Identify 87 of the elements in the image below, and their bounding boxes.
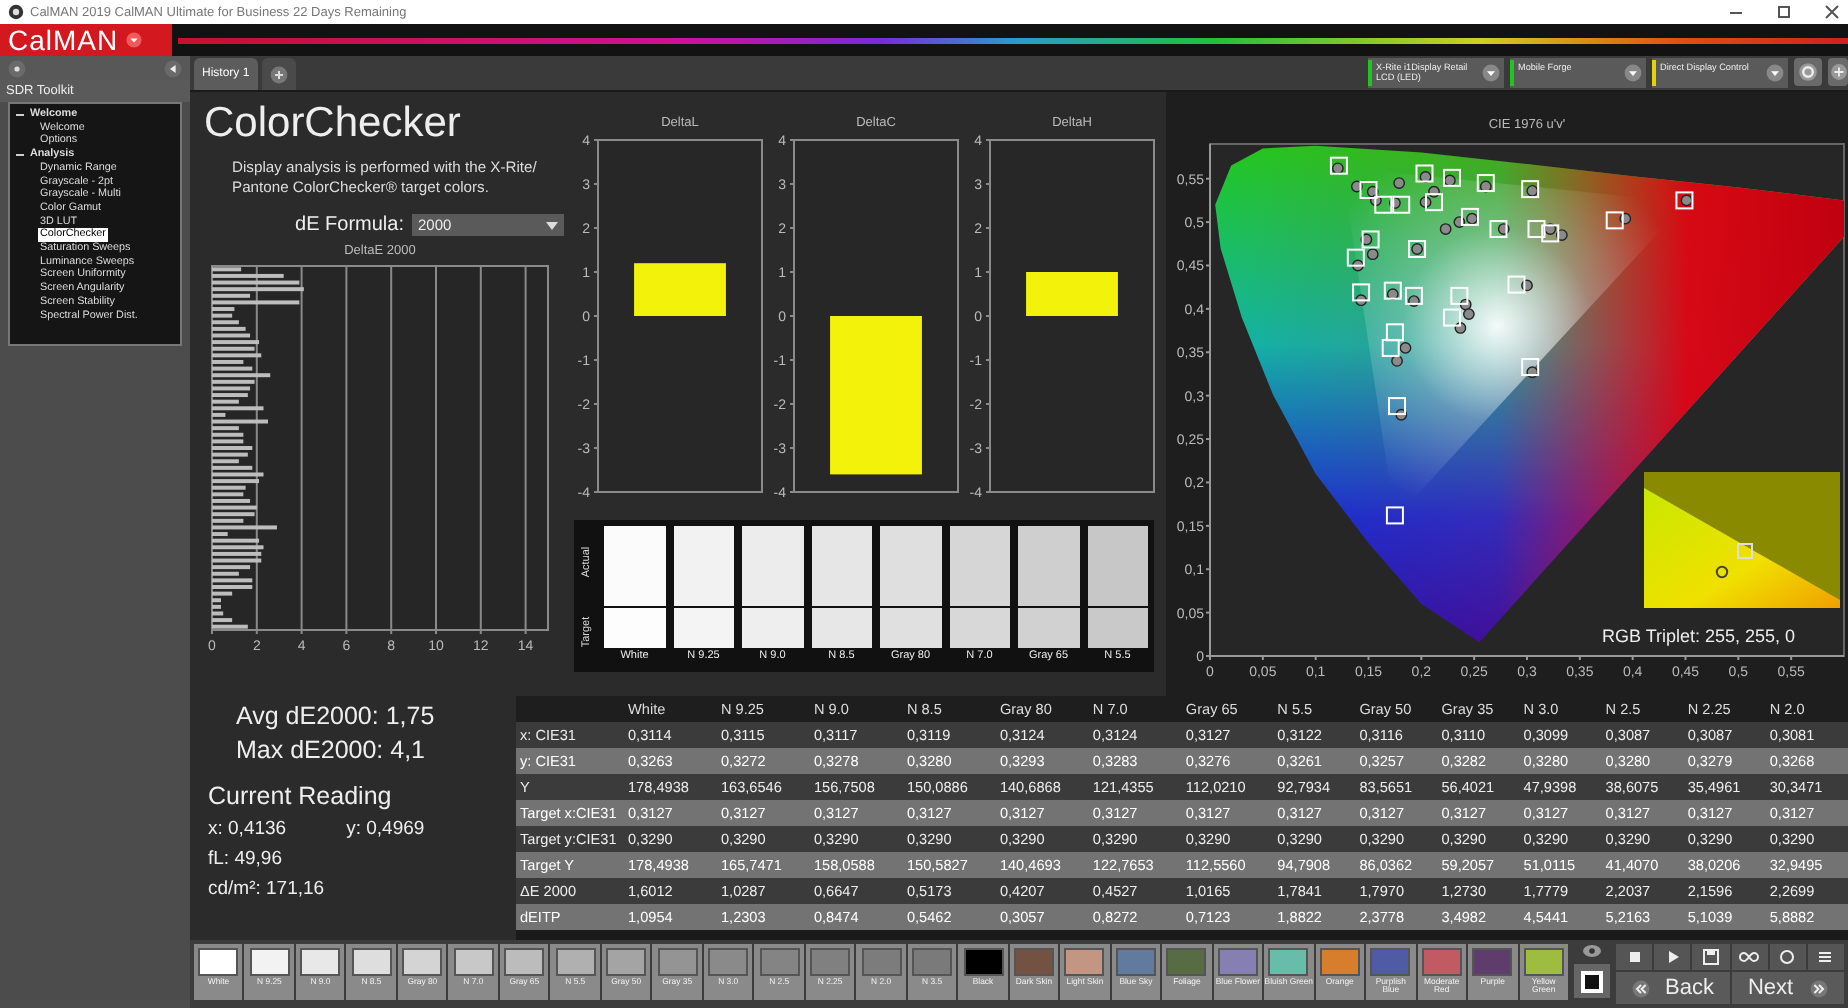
measured-point: [1526, 366, 1539, 379]
stat-text: Avg dE2000: 1,75: [236, 700, 437, 734]
target-marker: [1541, 224, 1560, 243]
measured-point: [1395, 408, 1408, 421]
measured-point: [1351, 180, 1363, 193]
toolbar-button[interactable]: [1616, 944, 1653, 970]
target-marker: [1359, 181, 1378, 199]
add-icon: [1830, 62, 1848, 82]
measured-point: [1443, 174, 1456, 187]
back-button[interactable]: Back: [1616, 972, 1729, 1004]
measured-point: [1619, 212, 1632, 225]
bar: [1026, 272, 1118, 316]
new-tab-button[interactable]: [261, 58, 296, 90]
target-marker: [1507, 275, 1526, 294]
target-marker: [1521, 358, 1540, 376]
caret-icon: [126, 32, 143, 48]
toolbar-button[interactable]: [1692, 944, 1730, 970]
target-marker: [1521, 180, 1540, 199]
reading-value: cd/m²: 171,16: [208, 876, 327, 904]
target-marker: [1489, 220, 1508, 239]
target-marker: [1374, 195, 1393, 214]
collapse-icon[interactable]: [164, 59, 182, 77]
measured-point: [1411, 243, 1423, 255]
next-button[interactable]: Next: [1731, 972, 1844, 1004]
section-heading: Current Reading: [208, 780, 394, 814]
target-marker: [1425, 193, 1443, 212]
target-marker: [1352, 283, 1371, 302]
target-marker: [1450, 286, 1469, 305]
target-marker: [1675, 191, 1694, 210]
stop-button[interactable]: [1574, 964, 1610, 998]
measured-point: [1479, 180, 1492, 193]
page-title: ColorChecker: [204, 100, 463, 148]
maximize-icon[interactable]: [1776, 4, 1792, 20]
measured-point: [1389, 197, 1401, 209]
target-marker: [1392, 195, 1411, 214]
target-marker: [1346, 248, 1365, 267]
measured-point: [1355, 294, 1367, 307]
measured-point: [1408, 295, 1420, 307]
measured-point: [1331, 162, 1344, 175]
target-marker: [1385, 506, 1404, 525]
target-marker: [1381, 338, 1400, 357]
plus-icon: [269, 65, 288, 83]
dropdown-icon: [1482, 64, 1500, 82]
measured-point: [1680, 194, 1693, 207]
caret-icon: [546, 221, 558, 229]
measured-point: [1521, 279, 1533, 292]
target-marker: [1404, 286, 1423, 305]
target-marker: [1415, 164, 1434, 183]
dropdown-icon: [1766, 64, 1784, 82]
stat-text: Max dE2000: 4,1: [236, 734, 428, 768]
reading-value: fL: 49,96: [208, 846, 284, 874]
app-menu-button[interactable]: CalMAN: [0, 24, 172, 56]
target-marker: [1476, 174, 1495, 193]
target-marker: [1388, 397, 1407, 416]
field-label: dE Formula:: [295, 214, 404, 236]
close-icon[interactable]: [1824, 4, 1840, 20]
target-marker: [1361, 230, 1380, 249]
toolbar-button[interactable]: [1807, 944, 1845, 970]
target-marker: [1605, 211, 1624, 230]
reading-value: y: 0,4969: [346, 816, 425, 844]
measured-point: [1526, 184, 1539, 197]
target-marker: [1385, 323, 1404, 342]
toolbar-button[interactable]: [1731, 944, 1768, 970]
toolbar-button[interactable]: [1769, 944, 1806, 970]
dropdown-icon: [1624, 64, 1642, 82]
measured-point: [1393, 177, 1406, 189]
reading-value: x: 0,4136: [208, 816, 287, 844]
target-marker: [1329, 156, 1348, 175]
eye-icon[interactable]: [1582, 944, 1602, 958]
save-icon: [1699, 946, 1722, 968]
target-marker: [1383, 281, 1402, 300]
square-icon: [1580, 969, 1604, 993]
measured-point: [1497, 223, 1510, 235]
target-marker: [1460, 207, 1479, 226]
loop-icon: [1738, 946, 1761, 968]
target-marker: [1408, 240, 1427, 258]
target-marker: [1443, 168, 1461, 187]
list-icon: [1814, 946, 1837, 968]
measured-point: [1386, 288, 1399, 301]
double-chevron-icon: [1631, 979, 1650, 997]
target-marker: [1443, 308, 1461, 327]
toolbar-button[interactable]: [1654, 944, 1691, 970]
bar: [634, 263, 726, 316]
target-marker: [1527, 220, 1546, 239]
app-icon: [8, 4, 24, 20]
toolbar-button[interactable]: [1828, 58, 1848, 86]
double-chevron-icon: [1809, 979, 1828, 997]
